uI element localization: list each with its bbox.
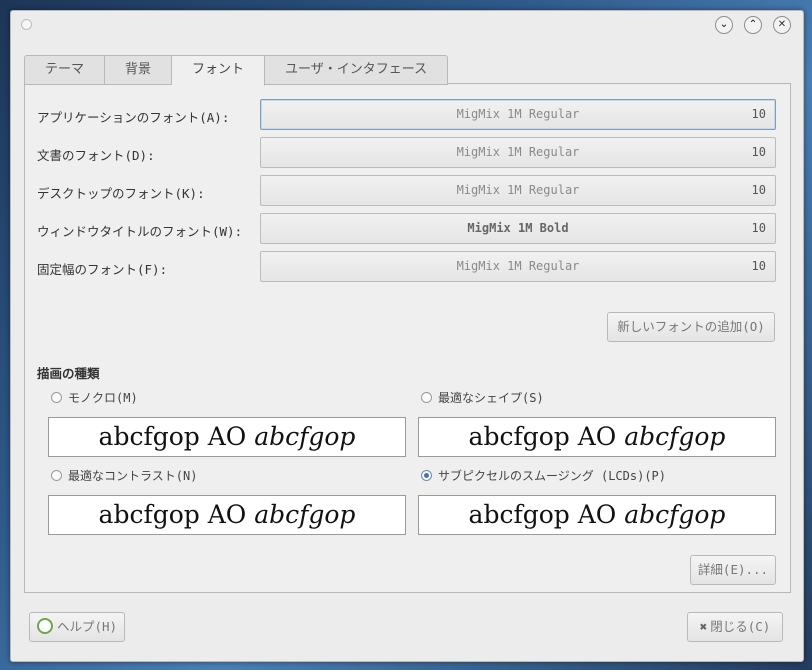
- radio-best-shape[interactable]: 最適なシェイプ(S): [421, 389, 544, 407]
- font-size: 10: [751, 221, 766, 235]
- help-label: ヘルプ(H): [56, 619, 118, 634]
- radio-label: サブピクセルのスムージング (LCDs)(P): [438, 469, 667, 483]
- preview-monochrome: abcfgop AO abcfgop: [48, 417, 406, 457]
- font-name: MigMix 1M Regular: [456, 107, 580, 121]
- maximize-button[interactable]: ⌃: [744, 16, 762, 34]
- window-menu-icon[interactable]: [21, 19, 32, 30]
- font-label: デスクトップのフォント(K):: [37, 186, 205, 201]
- tab-theme[interactable]: テーマ: [24, 55, 106, 85]
- font-size: 10: [751, 259, 766, 273]
- close-button[interactable]: ✖ 閉じる(C): [687, 612, 783, 642]
- font-label: ウィンドウタイトルのフォント(W):: [37, 224, 243, 239]
- window-title-font-button[interactable]: MigMix 1M Bold 10: [260, 213, 776, 244]
- tab-bar: テーマ 背景 フォント ユーザ・インタフェース: [24, 55, 449, 86]
- font-name: MigMix 1M Regular: [456, 259, 580, 273]
- font-row-monospace: 固定幅のフォント(F): MigMix 1M Regular 10: [25, 251, 790, 283]
- preview-sample-normal: abcfgop AO: [468, 422, 617, 451]
- font-label: アプリケーションのフォント(A):: [37, 110, 230, 125]
- details-button[interactable]: 詳細(E)...: [690, 555, 776, 585]
- radio-label: 最適なシェイプ(S): [438, 391, 544, 405]
- font-row-desktop: デスクトップのフォント(K): MigMix 1M Regular 10: [25, 175, 790, 207]
- preview-sample-italic: abcfgop: [624, 422, 726, 451]
- close-window-button[interactable]: ✕: [773, 16, 791, 34]
- font-row-application: アプリケーションのフォント(A): MigMix 1M Regular 10: [25, 99, 790, 131]
- font-label: 文書のフォント(D):: [37, 148, 155, 163]
- add-font-button[interactable]: 新しいフォントの追加(O): [607, 312, 775, 342]
- radio-indicator[interactable]: [51, 470, 62, 481]
- preview-best-contrast: abcfgop AO abcfgop: [48, 495, 406, 535]
- settings-notebook: アプリケーションのフォント(A): MigMix 1M Regular 10 文…: [24, 83, 791, 593]
- tab-fonts[interactable]: フォント: [172, 55, 266, 86]
- radio-indicator[interactable]: [51, 392, 62, 403]
- titlebar: ⌄ ⌃ ✕: [11, 11, 803, 39]
- preview-best-shape: abcfgop AO abcfgop: [418, 417, 776, 457]
- appearance-settings-window: ⌄ ⌃ ✕ アプリケーションのフォント(A): MigMix 1M Regula…: [10, 10, 804, 662]
- font-name: MigMix 1M Regular: [456, 145, 580, 159]
- monospace-font-button[interactable]: MigMix 1M Regular 10: [260, 251, 776, 282]
- font-row-document: 文書のフォント(D): MigMix 1M Regular 10: [25, 137, 790, 169]
- font-size: 10: [751, 183, 766, 197]
- preview-sample-normal: abcfgop AO: [98, 500, 247, 529]
- preview-sample-italic: abcfgop: [624, 500, 726, 529]
- preview-subpixel-smoothing: abcfgop AO abcfgop: [418, 495, 776, 535]
- desktop-font-button[interactable]: MigMix 1M Regular 10: [260, 175, 776, 206]
- preview-sample-normal: abcfgop AO: [98, 422, 247, 451]
- font-label: 固定幅のフォント(F):: [37, 262, 168, 277]
- preview-sample-normal: abcfgop AO: [468, 500, 617, 529]
- font-name: MigMix 1M Bold: [467, 221, 569, 235]
- rendering-section-title: 描画の種類: [37, 366, 100, 381]
- font-row-window-title: ウィンドウタイトルのフォント(W): MigMix 1M Bold 10: [25, 213, 790, 245]
- font-size: 10: [751, 107, 766, 121]
- font-size: 10: [751, 145, 766, 159]
- help-button[interactable]: ヘルプ(H): [29, 612, 125, 642]
- preview-sample-italic: abcfgop: [254, 500, 356, 529]
- help-icon: [36, 618, 53, 634]
- close-label: 閉じる(C): [710, 619, 771, 634]
- close-icon: ✖: [699, 619, 708, 634]
- tab-background[interactable]: 背景: [105, 55, 173, 85]
- application-font-button[interactable]: MigMix 1M Regular 10: [260, 99, 776, 130]
- tab-user-interface[interactable]: ユーザ・インタフェース: [265, 55, 449, 85]
- radio-monochrome[interactable]: モノクロ(M): [51, 389, 138, 407]
- radio-label: 最適なコントラスト(N): [68, 469, 198, 483]
- radio-best-contrast[interactable]: 最適なコントラスト(N): [51, 467, 197, 485]
- radio-indicator[interactable]: [421, 392, 432, 403]
- radio-label: モノクロ(M): [68, 391, 138, 405]
- font-name: MigMix 1M Regular: [456, 183, 580, 197]
- preview-sample-italic: abcfgop: [254, 422, 356, 451]
- minimize-button[interactable]: ⌄: [715, 16, 733, 34]
- document-font-button[interactable]: MigMix 1M Regular 10: [260, 137, 776, 168]
- radio-indicator-selected[interactable]: [421, 470, 432, 481]
- radio-subpixel-smoothing[interactable]: サブピクセルのスムージング (LCDs)(P): [421, 467, 666, 485]
